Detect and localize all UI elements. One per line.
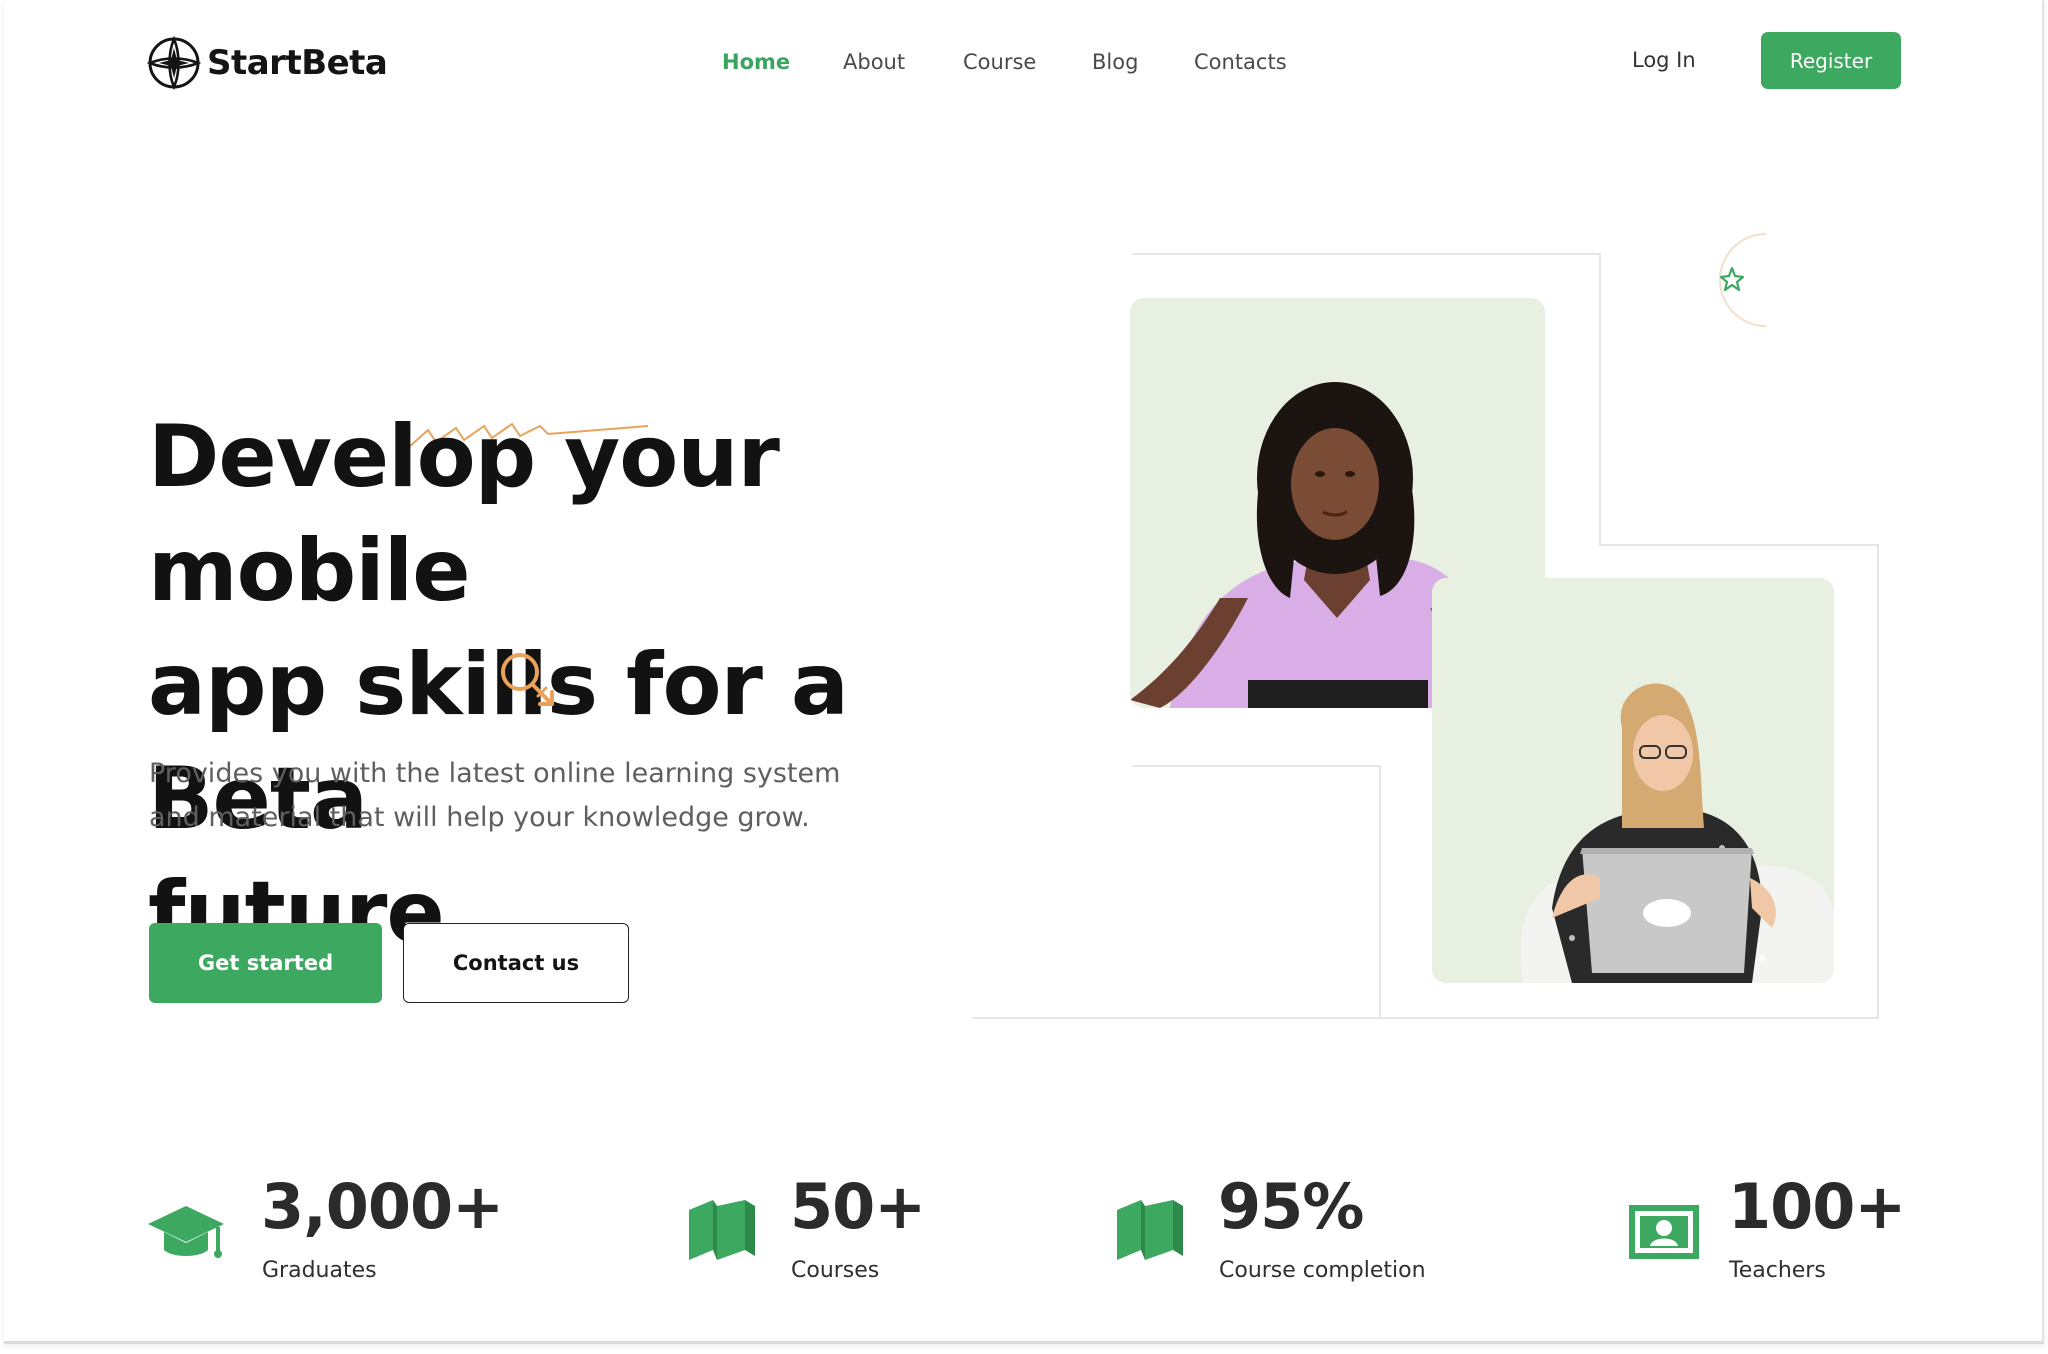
subtext-line-1: Provides you with the latest online lear…	[149, 758, 841, 789]
nav-contacts[interactable]: Contacts	[1194, 50, 1287, 74]
stat-label-courses: Courses	[791, 1258, 880, 1283]
stat-label-teachers: Teachers	[1729, 1258, 1826, 1283]
stat-value-completion: 95%	[1218, 1170, 1364, 1243]
headline-line-1: Develop your mobile	[148, 407, 780, 621]
login-link[interactable]: Log In	[1632, 48, 1696, 72]
stat-value-courses: 50+	[790, 1170, 926, 1243]
books-icon	[689, 1200, 755, 1260]
search-arrow-decoration-icon	[501, 653, 554, 706]
student-photo-card-2	[1432, 578, 1834, 983]
books-icon	[1117, 1200, 1183, 1260]
nav-course[interactable]: Course	[963, 50, 1036, 74]
nav-blog[interactable]: Blog	[1092, 50, 1138, 74]
hero-headline: Develop your mobile app skills for a Bet…	[148, 400, 1078, 970]
contact-us-button[interactable]: Contact us	[403, 923, 629, 1003]
register-button[interactable]: Register	[1761, 32, 1901, 89]
graduation-cap-icon	[148, 1206, 224, 1258]
stat-value-graduates: 3,000+	[261, 1170, 504, 1243]
nav-about[interactable]: About	[843, 50, 905, 74]
nav-home[interactable]: Home	[722, 50, 790, 74]
student-laptop-image	[1520, 683, 1834, 983]
get-started-button[interactable]: Get started	[149, 923, 382, 1003]
sparkle-badge-icon	[1719, 233, 1767, 327]
main-nav: Home About Course Blog Contacts	[0, 50, 2048, 80]
stat-value-teachers: 100+	[1728, 1170, 1906, 1243]
subtext-line-2: and material that will help your knowled…	[149, 802, 810, 833]
hero-subtext: Provides you with the latest online lear…	[149, 752, 849, 840]
stat-label-graduates: Graduates	[262, 1258, 377, 1283]
presentation-board-icon	[1629, 1205, 1699, 1259]
stat-label-completion: Course completion	[1219, 1258, 1426, 1283]
